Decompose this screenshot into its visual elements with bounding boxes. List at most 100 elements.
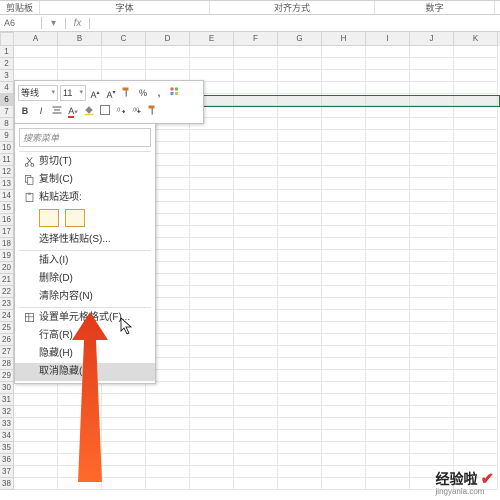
cell[interactable] xyxy=(14,46,58,58)
row-header[interactable]: 6 xyxy=(0,94,14,106)
cell[interactable] xyxy=(14,466,58,478)
cell[interactable] xyxy=(278,166,322,178)
cell[interactable] xyxy=(14,394,58,406)
cell[interactable] xyxy=(322,190,366,202)
cell[interactable] xyxy=(102,430,146,442)
cell[interactable] xyxy=(454,430,498,442)
row-header[interactable]: 10 xyxy=(0,142,14,154)
cell[interactable] xyxy=(278,334,322,346)
cell[interactable] xyxy=(454,106,498,118)
cell[interactable] xyxy=(278,262,322,274)
cell[interactable] xyxy=(58,418,102,430)
cell[interactable] xyxy=(322,274,366,286)
cell[interactable] xyxy=(278,382,322,394)
cell[interactable] xyxy=(410,142,454,154)
cell[interactable] xyxy=(190,370,234,382)
cell[interactable] xyxy=(322,106,366,118)
cell[interactable] xyxy=(234,226,278,238)
cond-format-icon[interactable] xyxy=(168,86,182,100)
cell[interactable] xyxy=(366,202,410,214)
cell[interactable] xyxy=(366,262,410,274)
row-header[interactable]: 25 xyxy=(0,322,14,334)
row-header[interactable]: 34 xyxy=(0,430,14,442)
cell[interactable] xyxy=(278,310,322,322)
cell[interactable] xyxy=(410,130,454,142)
row-header[interactable]: 18 xyxy=(0,238,14,250)
row-header[interactable]: 15 xyxy=(0,202,14,214)
cell[interactable] xyxy=(366,478,410,490)
cell[interactable] xyxy=(234,154,278,166)
menu-search-input[interactable]: 搜索菜单 xyxy=(19,128,151,147)
cell[interactable] xyxy=(278,466,322,478)
cell[interactable] xyxy=(278,418,322,430)
cell[interactable] xyxy=(454,262,498,274)
cell[interactable] xyxy=(322,226,366,238)
cell[interactable] xyxy=(278,250,322,262)
cell[interactable] xyxy=(278,106,322,118)
cell[interactable] xyxy=(190,202,234,214)
cell[interactable] xyxy=(322,118,366,130)
cell[interactable] xyxy=(234,118,278,130)
cell[interactable] xyxy=(366,154,410,166)
cell[interactable] xyxy=(190,310,234,322)
column-header[interactable]: A xyxy=(14,32,58,46)
cell[interactable] xyxy=(190,46,234,58)
cell[interactable] xyxy=(234,274,278,286)
menu-paste-special[interactable]: 选择性粘贴(S)... xyxy=(15,231,155,249)
cell[interactable] xyxy=(366,346,410,358)
cell[interactable] xyxy=(278,358,322,370)
cell[interactable] xyxy=(410,46,454,58)
cell[interactable] xyxy=(146,46,190,58)
formula-bar[interactable] xyxy=(90,22,500,24)
cell[interactable] xyxy=(234,250,278,262)
row-header[interactable]: 27 xyxy=(0,346,14,358)
cell[interactable] xyxy=(234,322,278,334)
cell[interactable] xyxy=(322,202,366,214)
cell[interactable] xyxy=(146,394,190,406)
cell[interactable] xyxy=(366,466,410,478)
cell[interactable] xyxy=(366,118,410,130)
cell[interactable] xyxy=(102,454,146,466)
format-icon[interactable] xyxy=(146,104,160,118)
cell[interactable] xyxy=(146,442,190,454)
cell[interactable] xyxy=(410,334,454,346)
cell[interactable] xyxy=(366,226,410,238)
cell[interactable] xyxy=(322,370,366,382)
menu-unhide[interactable]: 取消隐藏(U) xyxy=(15,363,155,381)
cell[interactable] xyxy=(190,130,234,142)
cell[interactable] xyxy=(190,262,234,274)
menu-delete[interactable]: 删除(D) xyxy=(15,270,155,288)
cell[interactable] xyxy=(322,418,366,430)
cell[interactable] xyxy=(234,334,278,346)
column-header[interactable]: E xyxy=(190,32,234,46)
cell[interactable] xyxy=(278,286,322,298)
cell[interactable] xyxy=(278,454,322,466)
cell[interactable] xyxy=(366,394,410,406)
cell[interactable] xyxy=(58,442,102,454)
cell[interactable] xyxy=(14,478,58,490)
cell[interactable] xyxy=(146,418,190,430)
cell[interactable] xyxy=(234,406,278,418)
font-name-combo[interactable]: 等线▾ xyxy=(18,85,58,101)
cell[interactable] xyxy=(410,418,454,430)
cell[interactable] xyxy=(454,310,498,322)
cell[interactable] xyxy=(454,82,498,94)
cell[interactable] xyxy=(410,214,454,226)
cell[interactable] xyxy=(190,394,234,406)
menu-insert[interactable]: 插入(I) xyxy=(15,252,155,270)
cell[interactable] xyxy=(322,346,366,358)
cell[interactable] xyxy=(234,454,278,466)
cell[interactable] xyxy=(322,298,366,310)
cell[interactable] xyxy=(234,82,278,94)
cell[interactable] xyxy=(234,478,278,490)
cell[interactable] xyxy=(234,46,278,58)
cell[interactable] xyxy=(234,106,278,118)
cell[interactable] xyxy=(234,262,278,274)
cell[interactable] xyxy=(14,58,58,70)
cell[interactable] xyxy=(366,106,410,118)
menu-hide[interactable]: 隐藏(H) xyxy=(15,345,155,363)
cell[interactable] xyxy=(234,166,278,178)
cell[interactable] xyxy=(454,142,498,154)
cell[interactable] xyxy=(278,94,322,106)
cell[interactable] xyxy=(410,106,454,118)
